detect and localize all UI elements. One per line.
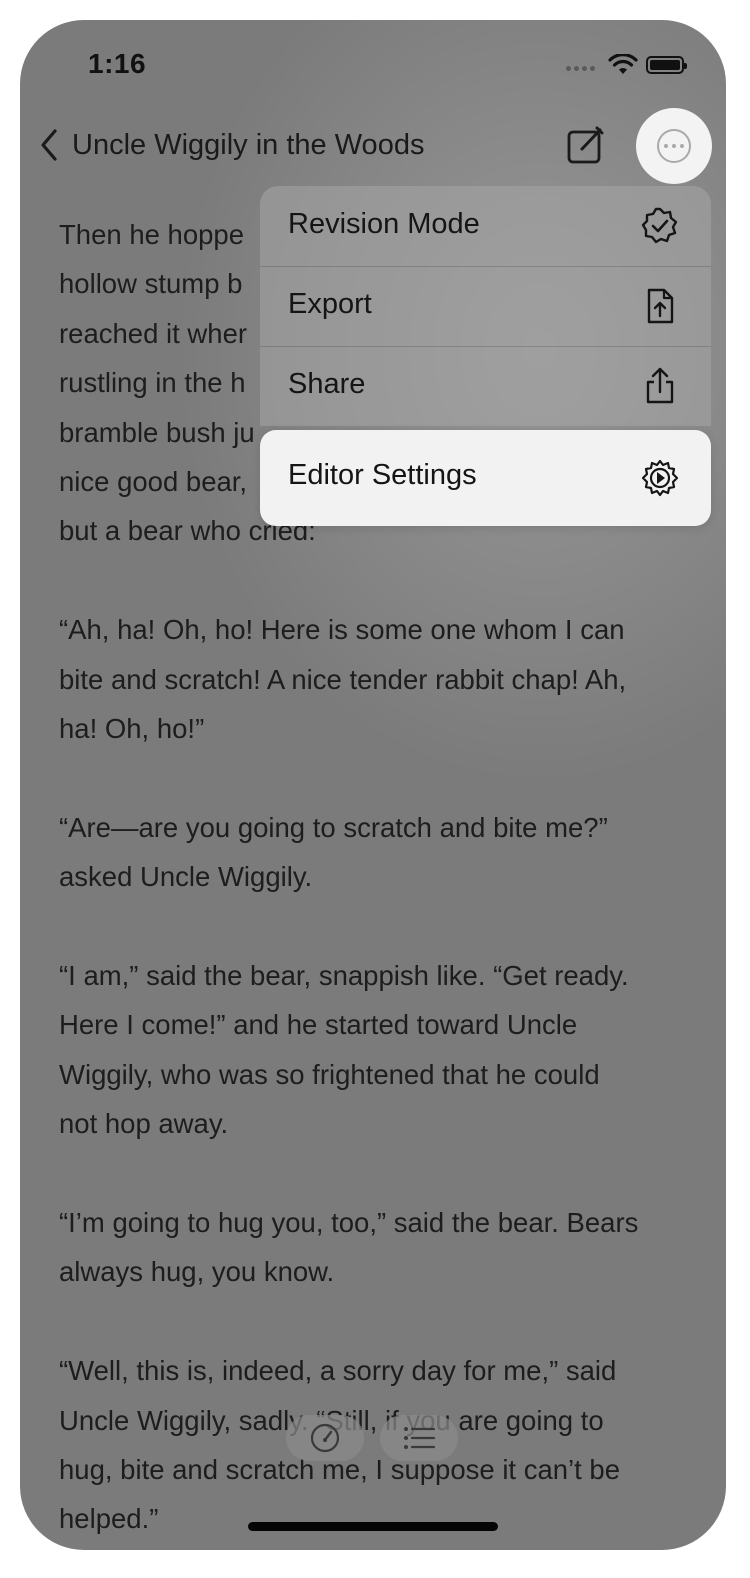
compose-button[interactable] xyxy=(564,123,608,167)
paragraph-4: “I am,” said the bear, snappish like. “G… xyxy=(59,960,629,1140)
more-button[interactable] xyxy=(636,108,712,184)
paragraph-6: “Well, this is, indeed, a sorry day for … xyxy=(59,1355,621,1535)
document-title: Uncle Wiggily in the Woods xyxy=(72,129,425,161)
home-indicator[interactable] xyxy=(248,1522,498,1531)
battery-icon xyxy=(646,56,687,74)
share-icon xyxy=(646,367,674,404)
status-bar: 1:16 xyxy=(20,20,726,110)
outline-button[interactable] xyxy=(380,1415,458,1461)
stats-button[interactable] xyxy=(286,1415,364,1461)
compose-icon xyxy=(567,126,604,164)
paragraph-3: “Are—are you going to scratch and bite m… xyxy=(59,811,608,893)
menu-item-editor-settings[interactable]: Editor Settings xyxy=(260,430,711,526)
menu-item-export[interactable]: Export xyxy=(260,266,711,346)
phone-screen: 1:16 Uncle Wiggily in the Woods Then he … xyxy=(20,20,726,1550)
gear-play-icon xyxy=(641,459,679,497)
document-upload-icon xyxy=(647,288,674,324)
menu-item-label: Revision Mode xyxy=(288,208,480,240)
paragraph-5: “I’m going to hug you, too,” said the be… xyxy=(59,1207,639,1288)
cellular-dots-icon xyxy=(566,66,602,72)
ellipsis-circle-icon xyxy=(657,129,691,163)
menu-item-label: Share xyxy=(288,368,366,400)
nav-bar: Uncle Wiggily in the Woods xyxy=(20,115,726,175)
wifi-icon xyxy=(608,54,638,74)
speedometer-icon xyxy=(310,1423,340,1453)
list-icon xyxy=(404,1427,436,1449)
back-button[interactable] xyxy=(34,125,64,165)
paragraph-2: “Ah, ha! Oh, ho! Here is some one whom I… xyxy=(59,614,627,745)
menu-item-revision-mode[interactable]: Revision Mode xyxy=(260,186,711,266)
menu-item-label: Export xyxy=(288,288,372,320)
menu-item-label: Editor Settings xyxy=(288,459,477,491)
chevron-left-icon xyxy=(41,129,57,161)
context-menu: Revision Mode Export Share xyxy=(260,186,711,426)
menu-item-share[interactable]: Share xyxy=(260,346,711,426)
status-time: 1:16 xyxy=(88,48,147,79)
checkmark-seal-icon xyxy=(641,207,678,244)
